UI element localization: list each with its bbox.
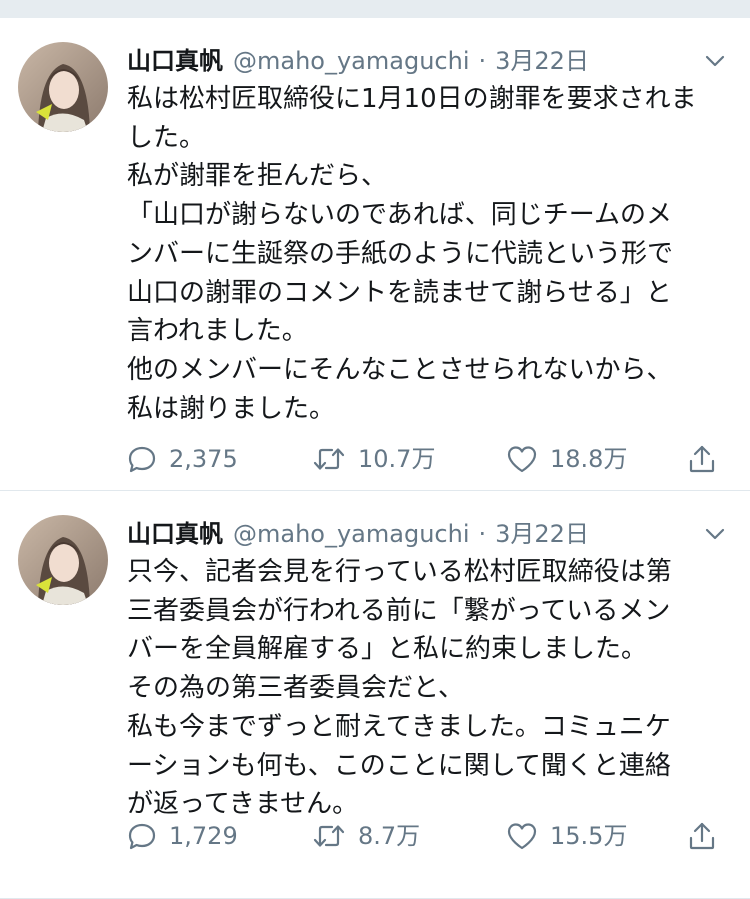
tweet-text-line: 私は謝りました。: [127, 393, 336, 424]
tweet-text-line: 三者委員会が行われる前に「繋がっているメン: [127, 595, 671, 626]
tweet-text: 只今、記者会見を行っている松村匠取締役は第 三者委員会が行われる前に「繋がってい…: [127, 553, 728, 824]
retweet-icon: [313, 448, 345, 470]
tweet-text-line: 「山口が謝らないのであれば、同じチームのメ: [127, 200, 672, 231]
reply-count: 1,729: [169, 822, 238, 850]
separator-dot: ·: [478, 47, 487, 75]
timeline: 山口真帆 @maho_yamaguchi · 3月22日 私は松村匠取締役に1月…: [0, 18, 750, 899]
username-handle[interactable]: @maho_yamaguchi: [233, 517, 470, 551]
reply-button[interactable]: 2,375: [127, 442, 238, 476]
tweet[interactable]: 山口真帆 @maho_yamaguchi · 3月22日 私は松村匠取締役に1月…: [0, 18, 750, 491]
avatar[interactable]: [18, 42, 108, 132]
like-icon: [507, 446, 537, 473]
display-name[interactable]: 山口真帆: [127, 517, 223, 551]
tweet-text-line: 言われました。: [127, 316, 308, 347]
retweet-count: 8.7万: [358, 822, 421, 850]
username-handle[interactable]: @maho_yamaguchi: [233, 44, 470, 78]
retweet-button[interactable]: 10.7万: [312, 442, 435, 476]
like-count: 18.8万: [550, 445, 628, 473]
share-icon: [689, 822, 715, 850]
reply-icon: [128, 446, 156, 473]
tweet-date[interactable]: 3月22日: [495, 517, 589, 551]
display-name[interactable]: 山口真帆: [127, 44, 223, 78]
like-count: 15.5万: [550, 822, 628, 850]
tweet-text-line: 他のメンバーにそんなことさせられないから、: [127, 354, 673, 385]
like-icon: [507, 823, 537, 850]
retweet-icon: [313, 825, 345, 847]
chevron-down-icon[interactable]: [702, 48, 728, 74]
tweet-text-line: 私は松村匠取締役に1月10日の謝罪を要求されま: [127, 84, 697, 114]
reply-count: 2,375: [169, 445, 238, 473]
like-button[interactable]: 18.8万: [506, 442, 627, 476]
tweet-text-line: 只今、記者会見を行っている松村匠取締役は第: [127, 557, 672, 587]
retweet-count: 10.7万: [358, 445, 436, 473]
chevron-down-icon[interactable]: [702, 521, 728, 547]
share-button[interactable]: [688, 821, 728, 851]
tweet-text-line: バーを全員解雇する」と私に約束しました。: [127, 634, 648, 665]
tweet[interactable]: 山口真帆 @maho_yamaguchi · 3月22日 只今、記者会見を行って…: [0, 491, 750, 899]
top-separator-strip: [0, 0, 750, 18]
tweet-date[interactable]: 3月22日: [495, 44, 589, 78]
like-button[interactable]: 15.5万: [506, 819, 627, 853]
reply-icon: [128, 823, 156, 850]
tweet-text-line: その為の第三者委員会だと、: [127, 673, 464, 704]
tweet-text-line: ーションも何も、このことに関して聞くと連絡: [127, 750, 671, 781]
tweet-header: 山口真帆 @maho_yamaguchi · 3月22日: [127, 517, 728, 551]
tweet-text: 私は松村匠取締役に1月10日の謝罪を要求されま した。 私が謝罪を拒んだら、 「…: [127, 80, 728, 428]
tweet-actions: 2,375 10.7万 18.8万: [127, 442, 728, 476]
tweet-actions: 1,729 8.7万 15.5万: [127, 819, 728, 853]
tweet-text-line: 私も今までずっと耐えてきました。コミュニケ: [127, 711, 671, 742]
reply-button[interactable]: 1,729: [127, 819, 238, 853]
tweet-text-line: した。: [127, 122, 206, 153]
separator-dot: ·: [478, 520, 487, 548]
retweet-button[interactable]: 8.7万: [312, 819, 420, 853]
share-icon: [689, 445, 715, 473]
tweet-text-line: 山口の謝罪のコメントを読ませて謝らせる」と: [127, 277, 672, 308]
tweet-text-line: ンバーに生誕祭の手紙のように代読という形で: [127, 238, 674, 269]
share-button[interactable]: [688, 444, 728, 474]
tweet-header: 山口真帆 @maho_yamaguchi · 3月22日: [127, 44, 728, 78]
tweet-text-line: 私が謝罪を拒んだら、: [127, 161, 388, 192]
avatar[interactable]: [18, 515, 108, 605]
